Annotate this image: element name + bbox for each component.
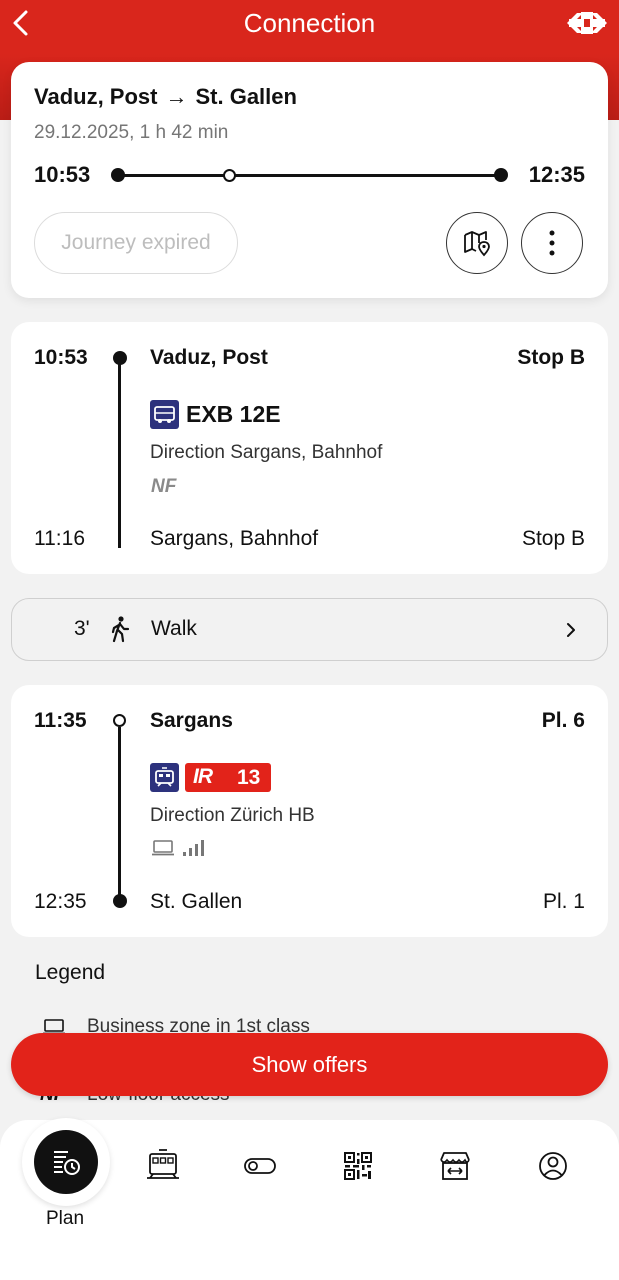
sbb-logo-icon bbox=[567, 12, 607, 34]
journey-leg-bus[interactable]: 10:53 Vaduz, Post Stop B EXB 12E Directi… bbox=[11, 322, 608, 574]
plan-button[interactable] bbox=[34, 1130, 98, 1194]
timeline-end-dot bbox=[494, 168, 508, 182]
line-number: 13 bbox=[237, 766, 261, 789]
leg-start-dot bbox=[113, 714, 126, 727]
leg-arrival-stop: St. Gallen bbox=[150, 890, 243, 913]
leg-departure-platform: Pl. 6 bbox=[541, 709, 585, 732]
walking-icon bbox=[111, 616, 130, 643]
route-title: Vaduz, Post → St. Gallen bbox=[34, 84, 297, 110]
show-offers-button[interactable]: Show offers bbox=[11, 1033, 608, 1096]
more-vertical-icon bbox=[549, 230, 555, 256]
journey-summary-card: Vaduz, Post → St. Gallen 29.12.2025, 1 h 4… bbox=[11, 62, 608, 298]
leg-departure-stop: Sargans bbox=[150, 709, 233, 732]
nav-departures[interactable] bbox=[141, 1144, 185, 1188]
signal-icon bbox=[183, 840, 204, 856]
leg-arrival-platform: Pl. 1 bbox=[542, 890, 585, 913]
map-button[interactable] bbox=[446, 212, 508, 274]
destination-name: St. Gallen bbox=[195, 84, 297, 109]
profile-icon bbox=[539, 1152, 567, 1180]
qr-code-icon bbox=[344, 1152, 372, 1180]
nav-plan-label: Plan bbox=[45, 1208, 85, 1229]
leg-arrival-platform: Stop B bbox=[521, 527, 585, 550]
low-floor-attribute: NF bbox=[151, 476, 177, 497]
leg-departure-platform: Stop B bbox=[517, 346, 585, 369]
journey-timeline bbox=[117, 174, 502, 177]
leg-departure-time: 10:53 bbox=[34, 346, 88, 369]
timeline-change-dot bbox=[223, 169, 236, 182]
journey-status-badge: Journey expired bbox=[34, 212, 238, 274]
legend-title: Legend bbox=[35, 961, 106, 984]
laptop-icon bbox=[152, 840, 174, 856]
departure-time: 10:53 bbox=[34, 162, 91, 187]
leg-direction: Direction Zürich HB bbox=[150, 805, 315, 826]
bus-icon bbox=[150, 400, 179, 429]
nav-profile[interactable] bbox=[531, 1144, 575, 1188]
ticket-toggle-icon bbox=[244, 1158, 276, 1174]
leg-arrival-time: 11:16 bbox=[34, 527, 85, 550]
walk-label: Walk bbox=[151, 617, 197, 640]
plan-icon bbox=[54, 1151, 80, 1175]
nav-shop[interactable] bbox=[433, 1144, 477, 1188]
leg-departure-stop: Vaduz, Post bbox=[150, 346, 268, 369]
more-options-button[interactable] bbox=[521, 212, 583, 274]
timeline-start-dot bbox=[111, 168, 125, 182]
leg-direction: Direction Sargans, Bahnhof bbox=[150, 442, 383, 463]
nav-qr[interactable] bbox=[336, 1144, 380, 1188]
map-pin-icon bbox=[464, 231, 490, 257]
line-number: EXB 12E bbox=[186, 401, 281, 427]
walk-minutes: 3' bbox=[74, 617, 90, 640]
shop-icon bbox=[440, 1152, 470, 1180]
leg-end-dot bbox=[113, 894, 127, 908]
leg-line bbox=[118, 727, 121, 897]
route-arrow: → bbox=[165, 84, 188, 109]
arrival-time: 12:35 bbox=[528, 162, 585, 187]
train-category-badge: IR 13 bbox=[185, 763, 271, 792]
leg-arrival-time: 12:35 bbox=[34, 890, 87, 913]
page-title: Connection bbox=[243, 8, 376, 38]
train-icon bbox=[150, 763, 179, 792]
nav-plan[interactable] bbox=[22, 1118, 110, 1206]
nav-tickets[interactable] bbox=[238, 1144, 282, 1188]
origin-name: Vaduz, Post bbox=[34, 84, 158, 109]
walk-transfer-row[interactable]: 3' Walk bbox=[11, 598, 608, 661]
leg-arrival-stop: Sargans, Bahnhof bbox=[150, 527, 319, 550]
chevron-right-icon bbox=[567, 623, 575, 637]
leg-departure-time: 11:35 bbox=[34, 709, 87, 732]
departures-icon bbox=[147, 1149, 179, 1179]
train-category: IR bbox=[193, 765, 213, 788]
date-duration: 29.12.2025, 1 h 42 min bbox=[34, 122, 229, 143]
journey-leg-train[interactable]: 11:35 Sargans Pl. 6 IR 13 Direction Züri… bbox=[11, 685, 608, 937]
leg-line bbox=[118, 358, 121, 548]
bottom-navigation: Plan bbox=[0, 1118, 619, 1280]
